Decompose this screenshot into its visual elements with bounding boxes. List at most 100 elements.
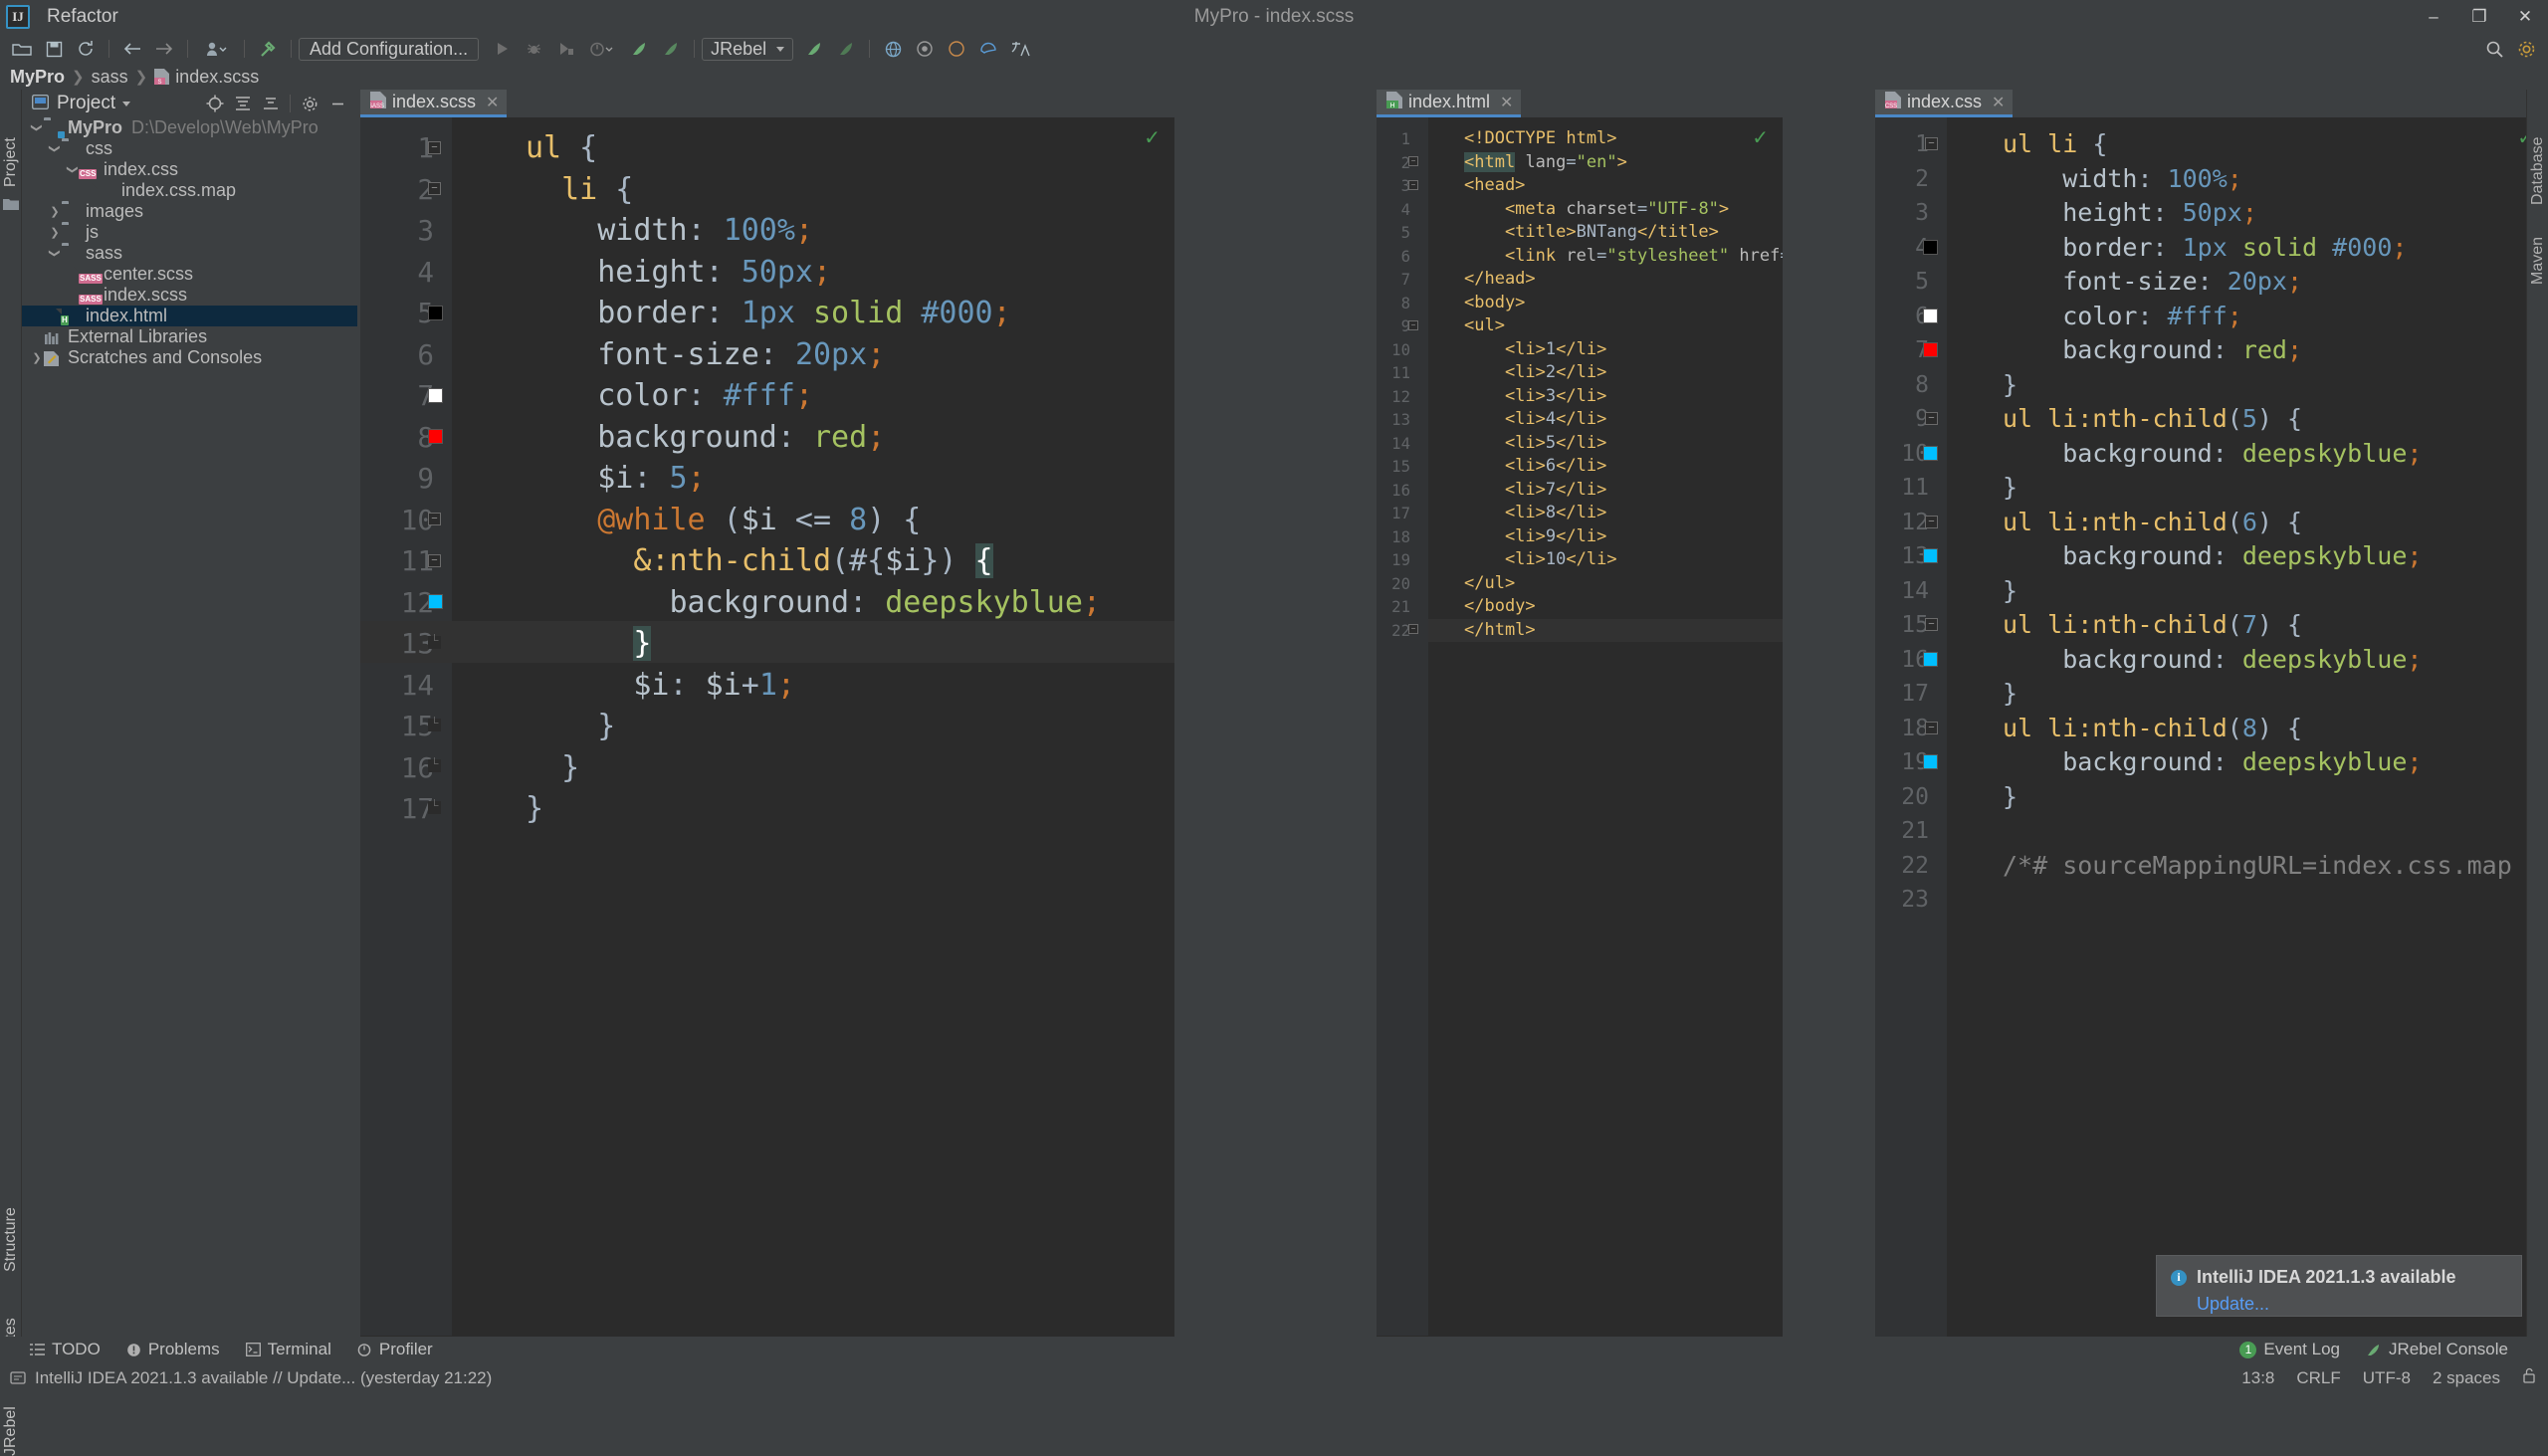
- breadcrumb-item-mypro[interactable]: MyPro: [10, 67, 65, 88]
- chevron-down-icon[interactable]: ❯: [49, 142, 62, 156]
- status-message[interactable]: IntelliJ IDEA 2021.1.3 available // Upda…: [35, 1368, 492, 1388]
- tool-window-profiler[interactable]: Profiler: [357, 1340, 433, 1359]
- jrebel-icon[interactable]: [799, 36, 829, 62]
- chevron-right-icon[interactable]: ❯: [48, 205, 62, 218]
- arrow-left-icon[interactable]: [117, 36, 147, 62]
- breadcrumb-item-index-scss[interactable]: Sindex.scss: [154, 67, 259, 88]
- tree-item[interactable]: ❯MyProD:\Develop\Web\MyPro: [22, 117, 357, 138]
- code-fold-toggle[interactable]: −: [428, 141, 441, 154]
- tree-item[interactable]: ❯js: [22, 222, 357, 243]
- jrebel-debug-icon[interactable]: [656, 36, 686, 62]
- code-editor-area[interactable]: 1<!DOCTYPE html>2<html lang="en">3<head>…: [1377, 117, 1783, 1361]
- color-gutter-swatch[interactable]: [428, 306, 443, 320]
- inspection-ok-icon[interactable]: ✓: [1752, 125, 1769, 150]
- color-gutter-swatch[interactable]: [428, 388, 443, 403]
- caret-position[interactable]: 13:8: [2241, 1368, 2274, 1388]
- close-button[interactable]: ✕: [2502, 0, 2548, 34]
- code-fold-toggle[interactable]: −: [428, 554, 441, 567]
- code-fold-toggle[interactable]: −: [1925, 722, 1938, 734]
- color-gutter-swatch[interactable]: [1923, 446, 1938, 461]
- notification-update-link[interactable]: Update...: [2197, 1294, 2507, 1315]
- search-icon[interactable]: [2479, 36, 2509, 62]
- tool-window-problems[interactable]: Problems: [126, 1340, 220, 1359]
- jrebel-secondary-icon[interactable]: [831, 36, 861, 62]
- user-profile-icon[interactable]: [196, 36, 236, 62]
- close-icon[interactable]: ✕: [1992, 93, 2005, 112]
- stripe-button-database[interactable]: Database: [2513, 96, 2548, 205]
- minimize-button[interactable]: –: [2411, 0, 2456, 34]
- code-fold-end[interactable]: └: [428, 801, 441, 814]
- tool-window-terminal[interactable]: Terminal: [246, 1340, 331, 1359]
- editor-splitter[interactable]: [1783, 90, 1875, 1361]
- tree-item[interactable]: SASScenter.scss: [22, 264, 357, 285]
- color-gutter-swatch[interactable]: [1923, 342, 1938, 357]
- globe-icon[interactable]: [878, 36, 908, 62]
- close-icon[interactable]: ✕: [486, 93, 499, 112]
- chevron-right-icon[interactable]: ❯: [30, 351, 44, 364]
- maximize-button[interactable]: ❐: [2456, 0, 2502, 34]
- run-icon[interactable]: [487, 36, 517, 62]
- encoding[interactable]: UTF-8: [2363, 1368, 2411, 1388]
- tree-item[interactable]: External Libraries: [22, 326, 357, 347]
- hammer-icon[interactable]: [253, 36, 283, 62]
- editor-splitter[interactable]: [1174, 90, 1377, 1361]
- language-icon[interactable]: [1005, 36, 1035, 62]
- color-gutter-swatch[interactable]: [1923, 548, 1938, 563]
- code-fold-toggle[interactable]: −: [1408, 624, 1418, 634]
- tab-index-scss[interactable]: SASSindex.scss✕: [360, 90, 507, 117]
- jrebel-selector[interactable]: JRebel: [702, 38, 793, 61]
- code-fold-toggle[interactable]: −: [1408, 320, 1418, 330]
- locate-target-icon[interactable]: [202, 91, 228, 116]
- color-gutter-swatch[interactable]: [1923, 240, 1938, 255]
- menu-refactor[interactable]: Refactor: [38, 3, 130, 31]
- code-fold-toggle[interactable]: −: [1925, 412, 1938, 425]
- code-fold-toggle[interactable]: −: [1408, 180, 1418, 190]
- project-file-tree[interactable]: ❯MyProD:\Develop\Web\MyPro❯css❯CSSindex.…: [22, 117, 357, 1361]
- unlocked-icon[interactable]: [2522, 1367, 2536, 1388]
- code-fold-toggle[interactable]: −: [428, 182, 441, 195]
- code-fold-toggle[interactable]: −: [1925, 618, 1938, 631]
- tab-index-html[interactable]: Hindex.html✕: [1377, 90, 1521, 117]
- color-gutter-swatch[interactable]: [428, 594, 443, 609]
- color-gutter-swatch[interactable]: [1923, 309, 1938, 323]
- debug-icon[interactable]: [519, 36, 548, 62]
- hide-icon[interactable]: [324, 91, 350, 116]
- code-fold-toggle[interactable]: −: [1925, 516, 1938, 528]
- navigation-breadcrumb-bar[interactable]: MyPro❯sass❯Sindex.scss: [0, 64, 2548, 90]
- color-gutter-swatch[interactable]: [1923, 652, 1938, 667]
- code-fold-end[interactable]: └: [428, 759, 441, 772]
- profile-run-icon[interactable]: [582, 36, 622, 62]
- folder-open-icon[interactable]: [7, 36, 37, 62]
- tab-index-css[interactable]: CSSindex.css✕: [1875, 90, 2013, 117]
- color-gutter-swatch[interactable]: [1923, 754, 1938, 769]
- jrebel-run-icon[interactable]: [624, 36, 654, 62]
- color-gutter-swatch[interactable]: [428, 429, 443, 444]
- tool-window-todo[interactable]: TODO: [30, 1340, 101, 1359]
- line-separator[interactable]: CRLF: [2296, 1368, 2340, 1388]
- code-fold-end[interactable]: └: [428, 636, 441, 649]
- close-icon[interactable]: ✕: [1500, 93, 1513, 112]
- browser-chrome-icon[interactable]: [910, 36, 940, 62]
- code-fold-end[interactable]: └: [428, 719, 441, 731]
- save-icon[interactable]: [39, 36, 69, 62]
- tree-item[interactable]: ❯CSSindex.css: [22, 159, 357, 180]
- code-editor-area[interactable]: 1ul {2 li {3 width: 100%;4 height: 50px;…: [360, 117, 1174, 1361]
- code-fold-toggle[interactable]: −: [1408, 156, 1418, 166]
- chevron-down-icon[interactable]: [122, 102, 130, 106]
- tool-window-event-log[interactable]: 1Event Log: [2239, 1340, 2340, 1359]
- code-editor-area[interactable]: 1ul li {2 width: 100%;3 height: 50px;4 b…: [1875, 117, 2548, 1361]
- tree-item[interactable]: ❯Scratches and Consoles: [22, 347, 357, 368]
- tree-item-selected[interactable]: Hindex.html: [22, 306, 357, 326]
- inspection-ok-icon[interactable]: ✓: [1144, 125, 1161, 150]
- collapse-all-icon[interactable]: [230, 91, 256, 116]
- stripe-button-maven[interactable]: Maven: [2513, 213, 2548, 285]
- coverage-icon[interactable]: [550, 36, 580, 62]
- tool-window-jrebel-console[interactable]: JRebel Console: [2366, 1340, 2508, 1359]
- gear-icon[interactable]: [2511, 36, 2541, 62]
- browser-firefox-icon[interactable]: [942, 36, 971, 62]
- project-folder-icon[interactable]: [3, 193, 19, 207]
- tree-item[interactable]: ❯images: [22, 201, 357, 222]
- run-configuration-selector[interactable]: Add Configuration...: [299, 38, 479, 61]
- expand-icon[interactable]: [258, 91, 284, 116]
- chevron-down-icon[interactable]: ❯: [49, 247, 62, 261]
